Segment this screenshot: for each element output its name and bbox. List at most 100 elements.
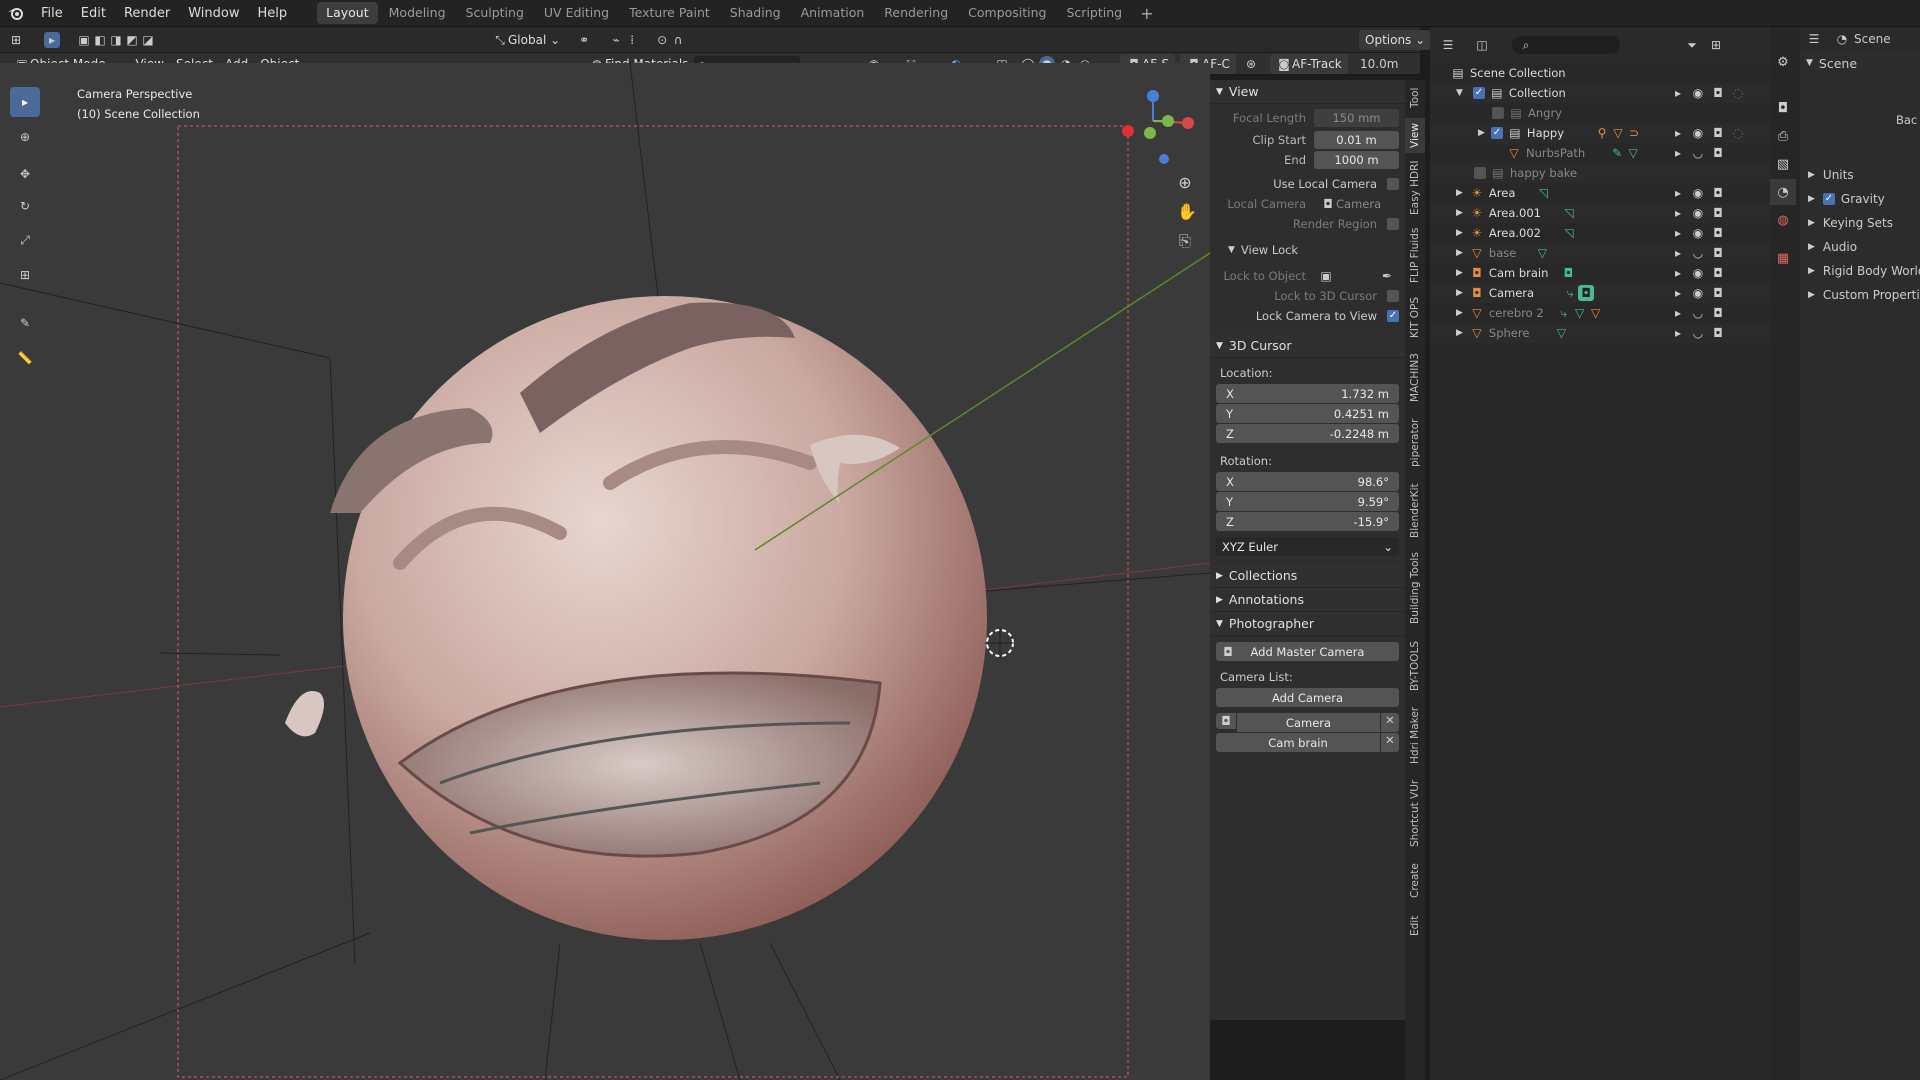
view-lock-header[interactable]: ▼ View Lock [1216,240,1399,260]
outliner-row-happy[interactable]: ▶ ✓ ▤ Happy ⚲ ▽ ⊃ ▸ ◉ ◘ ◌ [1430,123,1770,143]
delete-cam-brain-icon[interactable]: ✕ [1381,733,1399,752]
tab-scripting[interactable]: Scripting [1058,2,1132,24]
lock-to-object-field[interactable]: ▣ ✒ [1314,267,1399,285]
af-stop-icon[interactable]: ⊛ [1243,56,1259,72]
focal-length-field[interactable]: 150 mm [1314,109,1399,127]
add-camera-button[interactable]: Add Camera [1216,688,1399,707]
outliner-row-angry[interactable]: ▤ Angry [1430,103,1770,123]
collections-section-header[interactable]: ▶ Collections [1210,564,1405,588]
outliner-search-input[interactable]: ⌕ [1512,36,1620,54]
scale-tool-icon[interactable]: ⤢ [10,225,40,255]
render-icon[interactable]: ◘ [1710,125,1726,141]
tab-edit[interactable]: Edit [1405,908,1425,943]
cursor-section-header[interactable]: ▼ 3D Cursor [1210,334,1405,358]
cursor-loc-z-field[interactable]: Z -0.2248 m [1216,424,1399,443]
select-icon[interactable]: ▸ [1670,125,1686,141]
annotate-tool-icon[interactable]: ✎ [10,308,40,338]
use-local-camera-checkbox[interactable] [1387,178,1399,190]
eye-icon[interactable]: ◉ [1690,205,1706,221]
tab-machin3[interactable]: MACHIN3 [1405,348,1425,408]
eye-icon[interactable]: ◉ [1690,85,1706,101]
tab-hdri-maker[interactable]: Hdri Maker [1405,703,1425,768]
audio-section[interactable]: ▶ Audio [1800,235,1920,259]
tab-piperator[interactable]: piperator [1405,413,1425,473]
tab-modeling[interactable]: Modeling [380,2,455,24]
scene-props-icon[interactable]: ◔ [1770,179,1796,205]
eye-icon[interactable]: ◉ [1690,225,1706,241]
lock-camera-to-view-checkbox[interactable]: ✓ [1387,310,1399,322]
properties-editor-icon[interactable]: ☰ [1806,31,1822,47]
select-icon[interactable]: ▸ [1670,265,1686,281]
tab-shortcut-vur[interactable]: Shortcut VUr [1405,773,1425,853]
tab-create[interactable]: Create [1405,858,1425,903]
render-icon[interactable]: ◘ [1710,305,1726,321]
gizmo-z-ball[interactable] [1147,90,1159,102]
tab-sculpting[interactable]: Sculpting [457,2,533,24]
render-icon[interactable]: ◘ [1710,245,1726,261]
new-collection-icon[interactable]: ⊞ [1708,37,1724,53]
view-layer-props-icon[interactable]: ▧ [1770,151,1796,177]
3d-viewport[interactable]: Camera Perspective (10) Scene Collection… [0,63,1210,1080]
outliner-row-area-001[interactable]: ▶ ☀ Area.001 ◹ ▸ ◉ ◘ [1430,203,1770,223]
clip-start-field[interactable]: 0.01 m [1314,131,1399,149]
eye-icon[interactable]: ◉ [1690,185,1706,201]
tab-uv-editing[interactable]: UV Editing [535,2,618,24]
render-icon[interactable]: ◘ [1710,265,1726,281]
select-icon[interactable]: ▸ [1670,85,1686,101]
menu-file[interactable]: File [32,0,72,27]
add-workspace-icon[interactable]: + [1132,4,1161,23]
render-icon[interactable]: ◘ [1710,325,1726,341]
delete-camera-icon[interactable]: ✕ [1381,713,1399,732]
select-icon[interactable]: ▸ [1670,205,1686,221]
gizmo-neg-y-ball[interactable] [1144,127,1156,139]
select-box-icon[interactable]: ▸ [44,31,60,48]
editor-type-icon[interactable]: ⊞ [8,32,24,48]
angry-checkbox[interactable] [1492,107,1504,119]
outliner-editor-icon[interactable]: ☰ [1440,37,1456,53]
menu-window[interactable]: Window [179,0,248,27]
proportional-edit-icon[interactable]: ⊙ [654,32,670,48]
render-icon[interactable]: ◘ [1710,85,1726,101]
mode-intersect-icon[interactable]: ◪ [140,32,156,48]
tab-by-tools[interactable]: BY-TOOLS [1405,633,1425,698]
cursor-rot-y-field[interactable]: Y 9.59° [1216,492,1399,511]
cursor-loc-y-field[interactable]: Y 0.4251 m [1216,404,1399,423]
view-section-header[interactable]: ▼ View [1210,80,1405,104]
add-master-camera-button[interactable]: ◘ Add Master Camera [1216,642,1399,661]
display-mode-icon[interactable]: ◫ [1474,37,1490,53]
happy-bake-checkbox[interactable] [1474,167,1486,179]
tab-tool[interactable]: Tool [1405,80,1425,115]
eyedropper-icon[interactable]: ✒ [1379,268,1395,284]
blender-logo-icon[interactable] [0,5,32,21]
tab-compositing[interactable]: Compositing [959,2,1055,24]
camera-view-icon[interactable]: ⎘ [1177,233,1193,249]
render-props-icon[interactable]: ◘ [1770,95,1796,121]
outliner-row-area[interactable]: ▶ ☀ Area ◹ ▸ ◉ ◘ [1430,183,1770,203]
rotate-tool-icon[interactable]: ↻ [10,191,40,221]
cursor-loc-x-field[interactable]: X 1.732 m [1216,384,1399,403]
gravity-checkbox[interactable]: ✓ [1822,193,1835,205]
outliner-row-nurbspath[interactable]: ▽ NurbsPath ✎ ▽ ▸ ◡ ◘ [1430,143,1770,163]
tab-texture-paint[interactable]: Texture Paint [620,2,719,24]
filter-icon[interactable]: ⏷ [1684,37,1700,53]
menu-help[interactable]: Help [249,0,297,27]
pivot-icon[interactable]: ⚭ [576,32,592,48]
set-camera-icon[interactable]: ◘ [1216,713,1236,729]
tab-blenderkit[interactable]: BlenderKit [1405,478,1425,543]
keying-sets-section[interactable]: ▶ Keying Sets [1800,211,1920,235]
gizmo-neg-x-ball[interactable] [1122,125,1134,137]
holdout-icon[interactable]: ◌ [1730,125,1746,141]
outliner-row-cam-brain[interactable]: ▶ ◘ Cam brain ◘ ▸ ◉ ◘ [1430,263,1770,283]
texture-props-icon[interactable]: ▦ [1770,245,1796,271]
render-icon[interactable]: ◘ [1710,225,1726,241]
tab-flip-fluids[interactable]: FLIP Fluids [1405,223,1425,288]
transform-tool-icon[interactable]: ⊞ [10,260,40,290]
zoom-icon[interactable]: ⊕ [1177,175,1193,191]
collection-checkbox[interactable]: ✓ [1472,87,1485,99]
eye-closed-icon[interactable]: ◡ [1690,325,1706,341]
outliner-row-base[interactable]: ▶ ▽ base ▽ ▸ ◡ ◘ [1430,243,1770,263]
select-icon[interactable]: ▸ [1670,325,1686,341]
outliner-scene-collection[interactable]: ▤ Scene Collection [1430,63,1770,83]
select-icon[interactable]: ▸ [1670,185,1686,201]
annotations-section-header[interactable]: ▶ Annotations [1210,588,1405,612]
